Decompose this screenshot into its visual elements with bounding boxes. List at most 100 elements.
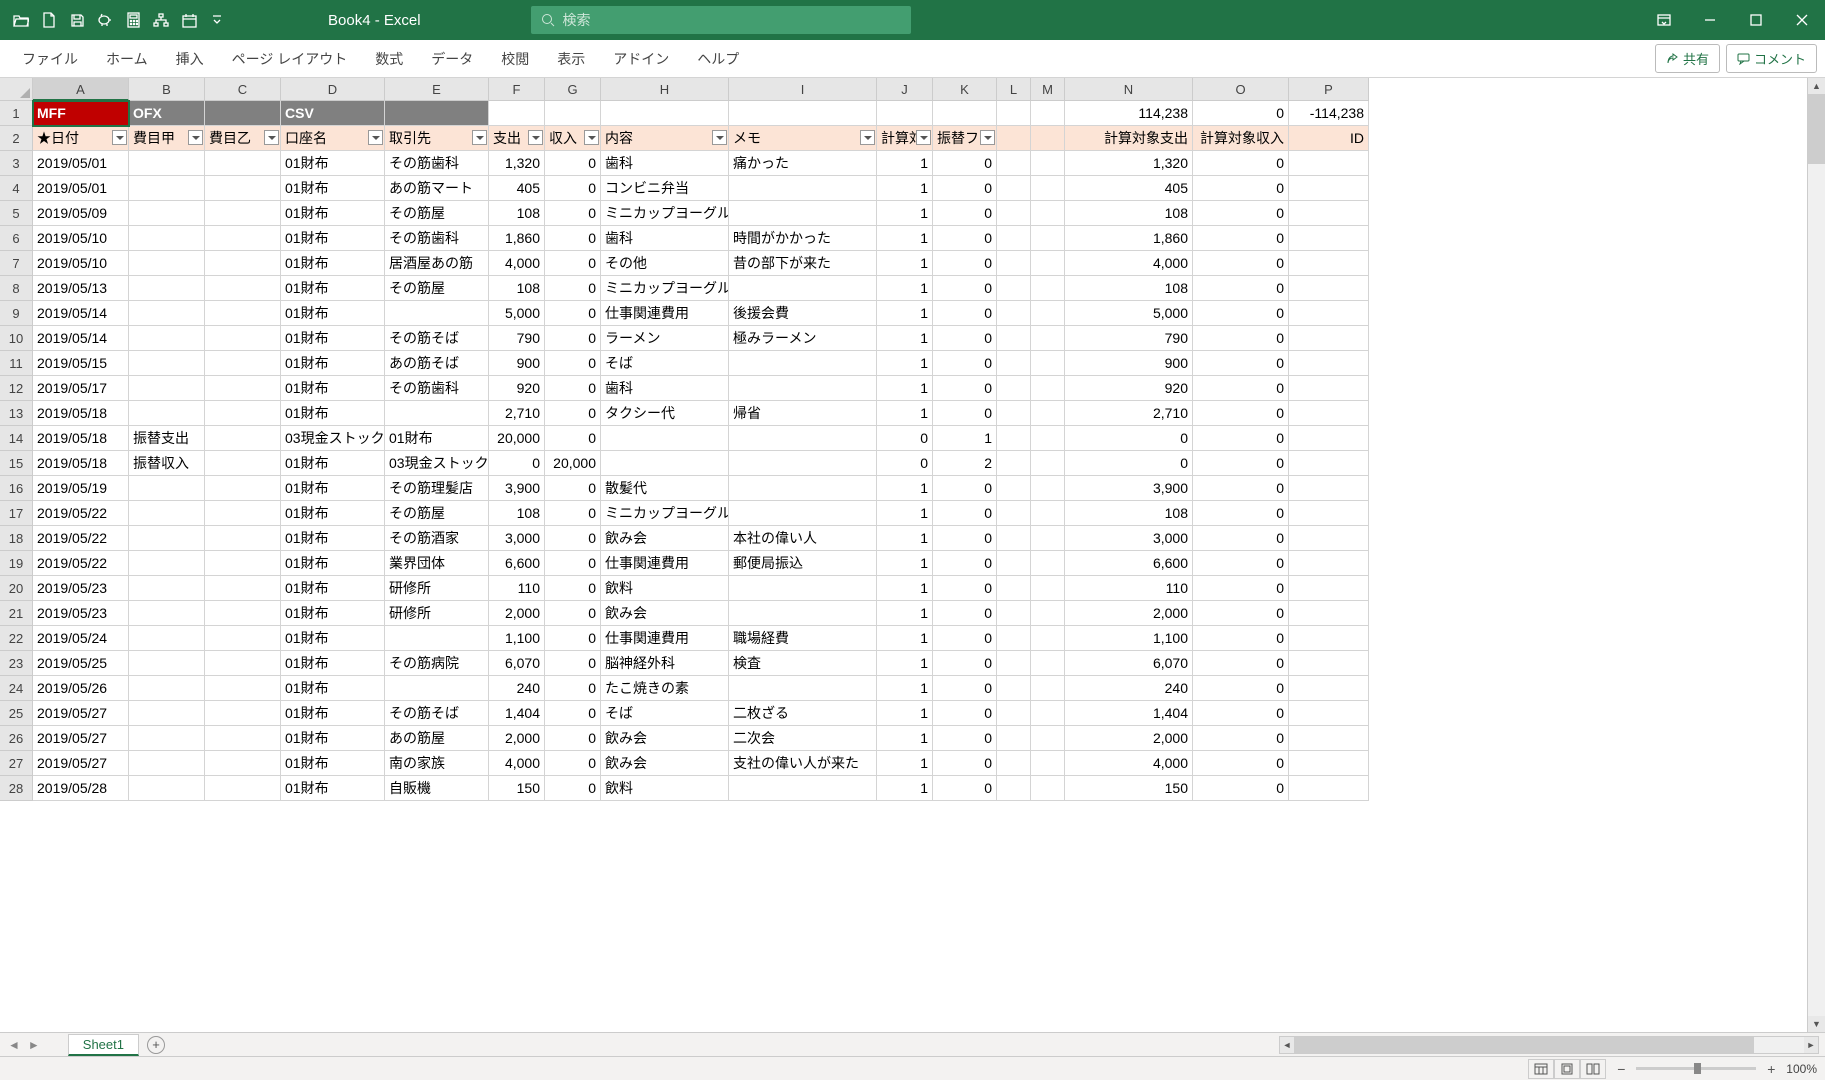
cell[interactable] xyxy=(545,101,601,126)
normal-view-button[interactable] xyxy=(1528,1059,1554,1079)
cell[interactable] xyxy=(1031,101,1065,126)
cell[interactable] xyxy=(1289,576,1369,601)
row-header[interactable]: 25 xyxy=(0,701,33,726)
header-cell[interactable]: 収入 xyxy=(545,126,601,151)
cell[interactable]: 1,100 xyxy=(489,626,545,651)
cell[interactable] xyxy=(1031,451,1065,476)
cell[interactable]: 2019/05/14 xyxy=(33,326,129,351)
cell[interactable]: 飲み会 xyxy=(601,601,729,626)
cell[interactable]: 0 xyxy=(933,276,997,301)
cell[interactable] xyxy=(385,401,489,426)
cell[interactable]: 2019/05/22 xyxy=(33,526,129,551)
cell[interactable] xyxy=(997,476,1031,501)
cell[interactable]: 0 xyxy=(1193,226,1289,251)
cell[interactable]: 0 xyxy=(1193,201,1289,226)
cell[interactable] xyxy=(1289,676,1369,701)
cell[interactable] xyxy=(205,551,281,576)
cell[interactable]: 2,000 xyxy=(1065,601,1193,626)
cell[interactable]: 0 xyxy=(545,551,601,576)
cell[interactable]: そば xyxy=(601,701,729,726)
cell[interactable]: 01財布 xyxy=(281,626,385,651)
cell[interactable]: 0 xyxy=(1193,601,1289,626)
cell[interactable] xyxy=(205,726,281,751)
row-header[interactable]: 9 xyxy=(0,301,33,326)
cell[interactable]: 0 xyxy=(1193,426,1289,451)
cell[interactable] xyxy=(129,651,205,676)
cell[interactable]: 二次会 xyxy=(729,726,877,751)
cell[interactable]: 01財布 xyxy=(281,401,385,426)
cell[interactable]: 20,000 xyxy=(489,426,545,451)
cell[interactable]: 0 xyxy=(1193,151,1289,176)
ribbon-display-button[interactable] xyxy=(1641,0,1687,40)
cell[interactable]: 0 xyxy=(545,526,601,551)
cell[interactable]: 0 xyxy=(933,301,997,326)
cell[interactable]: 0 xyxy=(545,301,601,326)
cell[interactable]: 0 xyxy=(933,651,997,676)
cell[interactable]: 0 xyxy=(545,601,601,626)
row-header[interactable]: 20 xyxy=(0,576,33,601)
cell[interactable]: 0 xyxy=(1193,376,1289,401)
column-header[interactable]: A xyxy=(33,78,129,101)
cell[interactable] xyxy=(729,476,877,501)
cell[interactable]: 1 xyxy=(877,401,933,426)
cell[interactable]: 本社の偉い人 xyxy=(729,526,877,551)
cell[interactable] xyxy=(129,351,205,376)
sheet-nav-prev[interactable]: ◄ xyxy=(8,1038,20,1052)
cell[interactable]: 0 xyxy=(1193,551,1289,576)
cell[interactable]: 1 xyxy=(877,726,933,751)
cell[interactable] xyxy=(129,726,205,751)
cell[interactable]: 01財布 xyxy=(281,376,385,401)
cell[interactable]: その筋そば xyxy=(385,701,489,726)
cell[interactable]: 歯科 xyxy=(601,151,729,176)
cell[interactable] xyxy=(729,676,877,701)
cell[interactable]: 0 xyxy=(1193,451,1289,476)
cell[interactable]: 2,710 xyxy=(489,401,545,426)
cell[interactable] xyxy=(1289,476,1369,501)
cell[interactable]: 01財布 xyxy=(281,776,385,801)
cell[interactable] xyxy=(1031,326,1065,351)
cell[interactable]: 0 xyxy=(545,751,601,776)
cell[interactable]: 1 xyxy=(877,201,933,226)
cell[interactable]: 仕事関連費用 xyxy=(601,301,729,326)
horizontal-scroll-thumb[interactable] xyxy=(1294,1037,1754,1053)
select-all-button[interactable] xyxy=(0,78,33,101)
cell[interactable]: 1 xyxy=(877,476,933,501)
cell[interactable]: 3,000 xyxy=(489,526,545,551)
row-header[interactable]: 1 xyxy=(0,101,33,126)
cell[interactable]: 4,000 xyxy=(489,751,545,776)
cell[interactable]: 1 xyxy=(877,176,933,201)
header-cell[interactable] xyxy=(997,126,1031,151)
cell[interactable]: 1 xyxy=(877,551,933,576)
cell[interactable] xyxy=(1289,451,1369,476)
cell[interactable]: 01財布 xyxy=(281,526,385,551)
cell[interactable] xyxy=(933,101,997,126)
cell[interactable]: 帰省 xyxy=(729,401,877,426)
cell[interactable]: 0 xyxy=(1193,276,1289,301)
scroll-left-button[interactable]: ◄ xyxy=(1280,1037,1294,1053)
cell[interactable]: 2019/05/24 xyxy=(33,626,129,651)
cell[interactable]: 業界団体 xyxy=(385,551,489,576)
cell[interactable]: 1 xyxy=(877,601,933,626)
cell[interactable] xyxy=(1031,376,1065,401)
cell[interactable] xyxy=(997,551,1031,576)
cell[interactable] xyxy=(205,351,281,376)
cell[interactable]: 0 xyxy=(1193,676,1289,701)
cell[interactable]: 散髪代 xyxy=(601,476,729,501)
cell[interactable] xyxy=(205,576,281,601)
save-icon[interactable] xyxy=(68,11,86,29)
qat-dropdown-icon[interactable] xyxy=(208,11,226,29)
cell[interactable]: 2019/05/27 xyxy=(33,701,129,726)
cell[interactable] xyxy=(1031,676,1065,701)
cell[interactable]: 2019/05/09 xyxy=(33,201,129,226)
cell[interactable]: 2019/05/13 xyxy=(33,276,129,301)
cell[interactable]: 1 xyxy=(877,151,933,176)
cell[interactable]: 2,000 xyxy=(1065,726,1193,751)
cell[interactable] xyxy=(997,451,1031,476)
cell[interactable] xyxy=(601,451,729,476)
cell[interactable] xyxy=(1031,651,1065,676)
search-box[interactable]: 検索 xyxy=(531,6,911,34)
cell[interactable] xyxy=(129,776,205,801)
cell[interactable]: 0 xyxy=(545,501,601,526)
cell[interactable]: 01財布 xyxy=(281,226,385,251)
row-header[interactable]: 4 xyxy=(0,176,33,201)
